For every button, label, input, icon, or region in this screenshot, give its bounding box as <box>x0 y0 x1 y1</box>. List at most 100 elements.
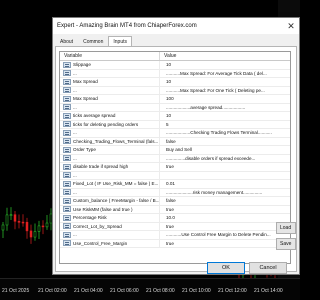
parameter-row[interactable]: Correct_Lot_by_Spread true <box>60 222 290 231</box>
dialog-titlebar[interactable]: Expert - Amazing Brain MT4 from ChiaperF… <box>53 18 299 34</box>
parameter-value[interactable]: 10 <box>159 78 290 86</box>
candle-body <box>41 225 45 228</box>
parameter-icon <box>63 129 71 136</box>
parameter-name: ticks average spread <box>73 113 116 119</box>
parameter-value[interactable]: true <box>159 239 290 247</box>
parameter-name: ... <box>73 70 77 76</box>
parameter-value[interactable] <box>159 171 290 179</box>
parameter-name: Correct_Lot_by_Spread <box>73 223 122 229</box>
parameter-row[interactable]: ... ...........Max Spread: For Average Ti… <box>60 69 290 78</box>
parameter-row[interactable]: Checking_Trading_Flows_Terminal (fals...… <box>60 137 290 146</box>
parameter-row[interactable]: ... <box>60 171 290 180</box>
cancel-button[interactable]: Cancel <box>249 262 287 274</box>
parameter-icon <box>63 197 71 204</box>
parameter-row[interactable]: Max Spread 100 <box>60 95 290 104</box>
parameter-value[interactable]: ...............disable orders if spread … <box>159 154 290 162</box>
column-header-value[interactable]: Value <box>160 52 290 60</box>
parameter-icon <box>63 70 71 77</box>
candle-body <box>13 214 17 222</box>
load-button[interactable]: Load <box>276 222 296 234</box>
time-label: 21 Oct 2025 <box>2 288 30 294</box>
inputs-panel: Variable Value Slippage 10... ...........M… <box>55 46 297 272</box>
candle-body <box>25 221 29 232</box>
parameter-row[interactable]: ... ...........Max Spread: For One Tick (… <box>60 86 290 95</box>
parameter-name: disable trade if spread high <box>73 164 129 170</box>
parameter-row[interactable]: Max Spread 10 <box>60 78 290 87</box>
parameter-value[interactable]: ...........Max Spread: For One Tick ( De… <box>159 86 290 94</box>
parameter-row[interactable]: ticks for deleting pending orders 5 <box>60 120 290 129</box>
parameter-name: Checking_Trading_Flows_Terminal (fals... <box>73 138 159 144</box>
parameter-value[interactable]: true <box>159 163 290 171</box>
parameter-row[interactable]: Use_Control_Free_Margin true <box>60 239 290 248</box>
candle-body <box>33 231 37 238</box>
parameter-row[interactable]: disable trade if spread high true <box>60 163 290 172</box>
parameter-icon <box>63 163 71 170</box>
parameter-name: ... <box>73 172 77 178</box>
parameter-icon <box>63 146 71 153</box>
parameter-row[interactable]: Fixed_Lot ( IF Use_Risk_MM = false ) E..… <box>60 180 290 189</box>
time-label: 21 Oct 06:00 <box>110 288 139 294</box>
parameter-icon <box>63 112 71 119</box>
parameter-value[interactable]: ............Use Control Free Margin to D… <box>159 231 290 239</box>
parameter-row[interactable]: Custom_balance ( FreeMargin - false / B.… <box>60 197 290 206</box>
column-header-variable[interactable]: Variable <box>60 52 160 60</box>
parameter-value[interactable]: false <box>159 197 290 205</box>
parameter-value[interactable]: true <box>159 205 290 213</box>
parameter-value[interactable]: Buy and Sell <box>159 146 290 154</box>
parameter-value[interactable]: 100 <box>159 95 290 103</box>
parameter-value[interactable]: false <box>159 137 290 145</box>
parameter-name: Custom_balance ( FreeMargin - false / B.… <box>73 198 159 204</box>
time-label: 21 Oct 14:00 <box>254 288 283 294</box>
parameter-row[interactable]: ... ...................Checking Trading F… <box>60 129 290 138</box>
parameter-row[interactable]: ... ...............disable orders if spre… <box>60 154 290 163</box>
parameter-name: ticks for deleting pending orders <box>73 121 139 127</box>
parameter-icon <box>63 155 71 162</box>
parameter-name: Max Spread <box>73 96 98 102</box>
parameter-row[interactable]: ticks average spread 10 <box>60 112 290 121</box>
time-scale: 21 Oct 2025 21 Oct 02:00 21 Oct 04:00 21… <box>0 278 300 300</box>
parameter-row[interactable]: ... ............Use Control Free Margin t… <box>60 231 290 240</box>
parameter-row[interactable]: Percentage Risk 10.0 <box>60 214 290 223</box>
parameter-row[interactable]: Order Type Buy and Sell <box>60 146 290 155</box>
parameter-name: ... <box>73 87 77 93</box>
parameter-name: ... <box>73 104 77 110</box>
parameter-value[interactable]: 10.0 <box>159 214 290 222</box>
parameter-name: Fixed_Lot ( IF Use_Risk_MM = false ) E..… <box>73 181 159 187</box>
parameter-name: Use_Control_Free_Margin <box>73 240 128 246</box>
inputs-grid: Variable Value Slippage 10... ...........M… <box>59 51 291 264</box>
save-button[interactable]: Save <box>276 238 296 250</box>
parameter-value[interactable]: true <box>159 222 290 230</box>
ok-button[interactable]: OK <box>207 262 245 274</box>
parameter-value[interactable]: ...................Checking Trading Flow… <box>159 129 290 137</box>
parameter-icon <box>63 172 71 179</box>
parameter-value[interactable]: 5 <box>159 120 290 128</box>
parameter-row[interactable]: Use RiskMM (false and true ) true <box>60 205 290 214</box>
close-icon[interactable]: ✕ <box>283 18 299 34</box>
candle-body <box>21 221 25 224</box>
candle-body <box>37 225 41 232</box>
parameter-value[interactable]: .....................risk money manageme… <box>159 188 290 196</box>
parameter-value[interactable]: 0.01 <box>159 180 290 188</box>
parameter-value[interactable]: 10 <box>159 61 290 69</box>
parameter-name: ... <box>73 130 77 136</box>
parameter-icon <box>63 214 71 221</box>
parameter-value[interactable]: ...................average spread.......… <box>159 103 290 111</box>
expert-properties-dialog: Expert - Amazing Brain MT4 from ChiaperF… <box>52 17 300 275</box>
parameter-name: Slippage <box>73 62 91 68</box>
parameter-icon <box>63 61 71 68</box>
time-label: 21 Oct 10:00 <box>182 288 211 294</box>
parameter-value[interactable]: ...........Max Spread: For Average Tick … <box>159 69 290 77</box>
parameter-row[interactable]: ... ...................average spread....… <box>60 103 290 112</box>
parameter-row[interactable]: Slippage 10 <box>60 61 290 70</box>
parameter-icon <box>63 240 71 247</box>
time-label: 21 Oct 02:00 <box>38 288 67 294</box>
parameter-row[interactable]: ... .....................risk money manag… <box>60 188 290 197</box>
parameter-icon <box>63 104 71 111</box>
candle-body <box>29 230 33 238</box>
parameter-value[interactable]: 10 <box>159 112 290 120</box>
parameter-icon <box>63 138 71 145</box>
parameter-name: Max Spread <box>73 79 98 85</box>
candle-body <box>17 221 21 223</box>
candle-body <box>1 224 5 231</box>
parameter-name: Percentage Risk <box>73 215 107 221</box>
